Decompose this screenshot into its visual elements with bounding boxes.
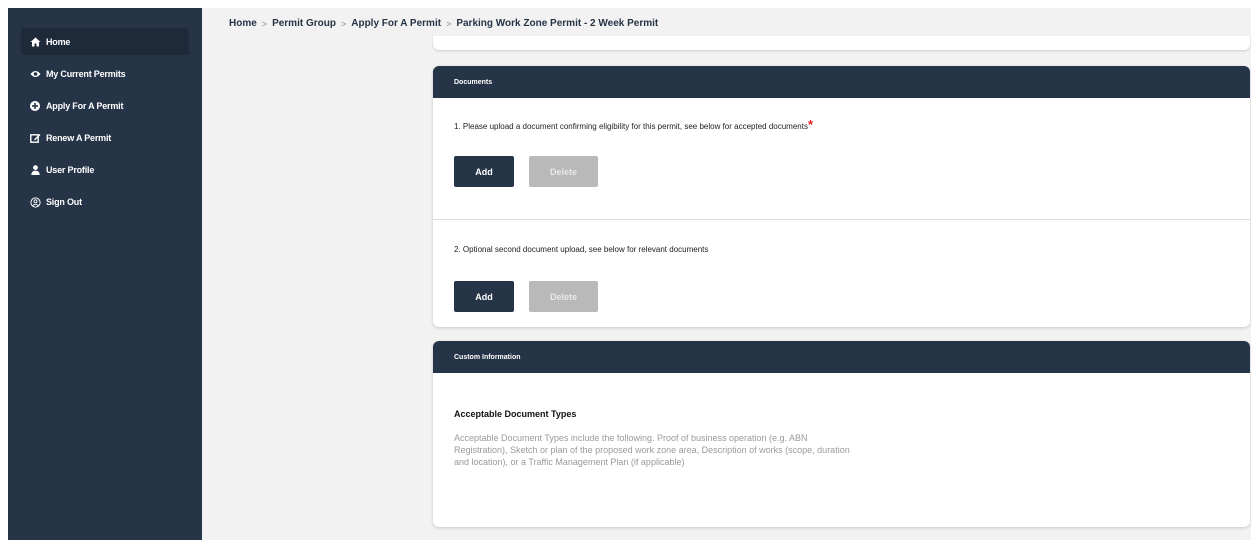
document-upload-1: 1. Please upload a document confirming e… [433,98,1250,219]
documents-card-header: Documents [433,66,1250,98]
edit-icon [29,132,41,144]
breadcrumb-separator: > [446,18,452,29]
eye-icon [29,68,41,80]
sidebar-item-label: Home [46,36,71,47]
sidebar-item-renew-a-permit[interactable]: Renew A Permit [21,125,189,151]
custom-information-card-header: Custom Information [433,341,1250,373]
home-icon [29,36,41,48]
main-content: Home > Permit Group > Apply For A Permit… [202,8,1251,540]
previous-card-bottom [433,36,1250,50]
breadcrumb-separator: > [261,18,268,29]
sidebar-item-home[interactable]: Home [21,28,189,55]
sidebar-item-label: User Profile [46,165,95,175]
plus-circle-icon [29,100,41,112]
sidebar-item-apply-for-a-permit[interactable]: Apply For A Permit [21,93,189,119]
breadcrumb: Home > Permit Group > Apply For A Permit… [229,18,658,29]
add-document-1-button[interactable]: Add [454,156,514,187]
sidebar-item-label: My Current Permits [46,69,126,79]
document-2-label: 2. Optional second document upload, see … [454,245,709,254]
acceptable-document-types-text: Acceptable Document Types include the fo… [454,433,850,467]
sidebar-item-my-current-permits[interactable]: My Current Permits [21,61,189,87]
acceptable-document-types-title: Acceptable Document Types [454,409,577,419]
documents-card: Documents 1. Please upload a document co… [433,66,1250,327]
sidebar: Home My Current Permits Apply For A Perm… [8,8,202,540]
sign-out-icon [29,196,41,208]
sidebar-item-label: Sign Out [46,197,82,207]
document-2-buttons: Add Delete [454,281,1229,312]
sidebar-item-user-profile[interactable]: User Profile [21,157,189,183]
sidebar-item-sign-out[interactable]: Sign Out [21,189,189,215]
delete-document-1-button[interactable]: Delete [529,156,598,187]
document-1-buttons: Add Delete [454,156,1229,187]
breadcrumb-permit-group[interactable]: Permit Group [272,18,336,29]
document-1-label: 1. Please upload a document confirming e… [454,117,814,132]
custom-information-body: Acceptable Document Types Acceptable Doc… [433,373,1250,468]
breadcrumb-apply-for-a-permit[interactable]: Apply For A Permit [351,18,441,29]
app-frame: Home My Current Permits Apply For A Perm… [8,8,1251,540]
user-icon [29,164,41,176]
document-upload-2: 2. Optional second document upload, see … [433,220,1250,312]
delete-document-2-button[interactable]: Delete [529,281,598,312]
sidebar-item-label: Renew A Permit [46,133,112,143]
custom-information-card: Custom Information Acceptable Document T… [433,341,1250,527]
breadcrumb-home[interactable]: Home [229,18,257,29]
breadcrumb-current-page: Parking Work Zone Permit - 2 Week Permit [456,18,659,29]
sidebar-item-label: Apply For A Permit [46,101,124,111]
add-document-2-button[interactable]: Add [454,281,514,312]
breadcrumb-separator: > [340,18,347,29]
required-asterisk: * [807,117,814,132]
